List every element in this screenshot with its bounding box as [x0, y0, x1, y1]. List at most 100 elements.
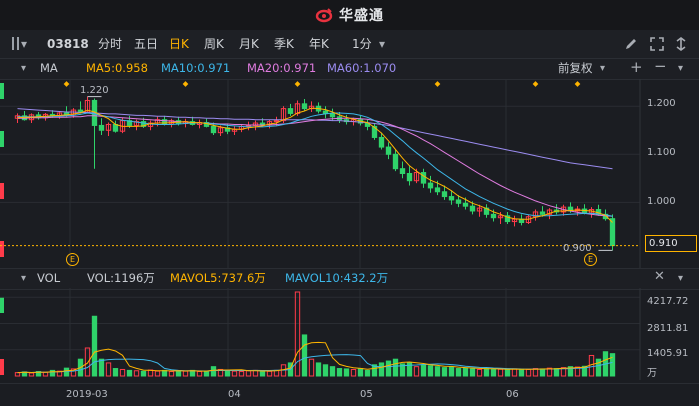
vol-tick-2: 2811.81 [647, 323, 689, 334]
volume-bar [168, 371, 175, 377]
volume-bar [427, 365, 434, 377]
event-dot [532, 81, 539, 87]
volume-bar [518, 368, 525, 377]
volume-bar [343, 368, 350, 377]
vol-value: VOL:1196万 [87, 271, 155, 285]
volume-bar [196, 371, 203, 377]
chevron-down-icon[interactable]: ▾ [21, 63, 26, 75]
volume-chart[interactable] [0, 288, 699, 380]
vol-unit: 万 [647, 368, 657, 379]
volume-bar [441, 367, 448, 377]
event-dot [294, 81, 301, 87]
vol-tick-1: 4217.72 [647, 296, 689, 307]
volume-bar [308, 358, 315, 377]
volume-bar [462, 367, 469, 377]
ma60-value: MA60:1.070 [327, 61, 397, 75]
candle-body [259, 122, 266, 125]
volume-bar [469, 368, 476, 377]
chevron-down-icon[interactable]: ▾ [379, 38, 385, 50]
volume-bar [301, 334, 308, 377]
volume-bar [511, 368, 518, 377]
candle-body [273, 120, 280, 123]
stock-code[interactable]: 03818 [47, 37, 89, 51]
volume-bar [112, 368, 119, 377]
candle-body [322, 110, 329, 114]
pencil-icon[interactable] [624, 37, 638, 51]
event-marker-1[interactable]: E [66, 253, 79, 266]
candle-body [455, 199, 462, 204]
volume-bar [224, 369, 231, 377]
candle-body [406, 173, 413, 182]
candle-body [378, 136, 385, 148]
volume-bar [245, 370, 252, 377]
candle-body [98, 124, 105, 131]
candle-body [112, 123, 119, 132]
volume-bar [420, 364, 427, 377]
x-label-may: 05 [360, 389, 373, 400]
volume-bar [476, 368, 483, 377]
volume-bar [497, 368, 504, 377]
ma-label[interactable]: MA [40, 62, 58, 75]
volume-bar [133, 370, 140, 377]
volume-bar [91, 315, 98, 377]
volume-bar [553, 368, 560, 377]
chevron-down-icon[interactable]: ▾ [678, 273, 683, 285]
tab-monthly-k[interactable]: 月K [239, 37, 259, 51]
chevron-down-icon[interactable]: ▾ [678, 63, 683, 75]
volume-bar [455, 368, 462, 377]
volume-bar [84, 347, 91, 377]
tab-intraday[interactable]: 分时 [98, 37, 122, 51]
tab-yearly-k[interactable]: 年K [309, 37, 329, 51]
event-marker-2[interactable]: E [584, 253, 597, 266]
event-dot [63, 81, 70, 87]
event-dot [434, 81, 441, 87]
chevron-down-icon[interactable]: ▾ [21, 38, 27, 50]
volume-bar [385, 360, 392, 377]
candle-body [420, 172, 427, 184]
ma20-value: MA20:0.971 [247, 61, 317, 75]
plus-icon[interactable]: + [630, 60, 643, 75]
logo-text: 华盛通 [339, 8, 384, 24]
candle-body [385, 146, 392, 155]
tab-quarterly-k[interactable]: 季K [274, 37, 294, 51]
volume-bar [105, 362, 112, 377]
chevron-down-icon[interactable]: ▾ [600, 63, 605, 75]
x-label-jun: 06 [506, 389, 519, 400]
close-icon[interactable]: ✕ [654, 270, 665, 283]
vol-label[interactable]: VOL [37, 272, 60, 285]
adjust-select[interactable]: 前复权 [558, 62, 593, 75]
high-price-label: 1.220 [80, 85, 109, 96]
app-logo: 华盛通 [0, 0, 699, 30]
candle-body [469, 205, 476, 212]
volume-bar [357, 368, 364, 377]
candle-body [441, 191, 448, 198]
tab-daily-k[interactable]: 日K [169, 37, 189, 51]
volume-bar [28, 372, 35, 377]
collapse-handle-icon[interactable] [12, 37, 19, 50]
candle-body [609, 218, 616, 247]
volume-bar [266, 370, 273, 377]
volume-bar [609, 353, 616, 377]
price-tick-3: 1.000 [647, 196, 676, 207]
event-dot [182, 81, 189, 87]
volume-bar [350, 368, 357, 377]
fullscreen-icon[interactable] [650, 37, 664, 51]
volume-bar [175, 370, 182, 377]
volume-bar [378, 362, 385, 377]
candle-body [77, 109, 84, 113]
volume-bar [329, 366, 336, 377]
tab-weekly-k[interactable]: 周K [204, 37, 224, 51]
candle-body [462, 202, 469, 207]
kline-chart[interactable] [0, 79, 699, 268]
x-label-mar: 2019-03 [66, 389, 108, 400]
volume-bar [154, 370, 161, 377]
chevron-down-icon[interactable]: ▾ [21, 273, 26, 285]
minus-icon[interactable]: − [654, 59, 667, 74]
volume-bar [119, 368, 126, 377]
tab-one-minute[interactable]: 1分 [352, 37, 372, 51]
candle-body [399, 168, 406, 174]
expand-icon[interactable] [674, 37, 688, 51]
candle-body [448, 196, 455, 201]
tab-five-day[interactable]: 五日 [134, 37, 158, 51]
candle-body [490, 213, 497, 219]
